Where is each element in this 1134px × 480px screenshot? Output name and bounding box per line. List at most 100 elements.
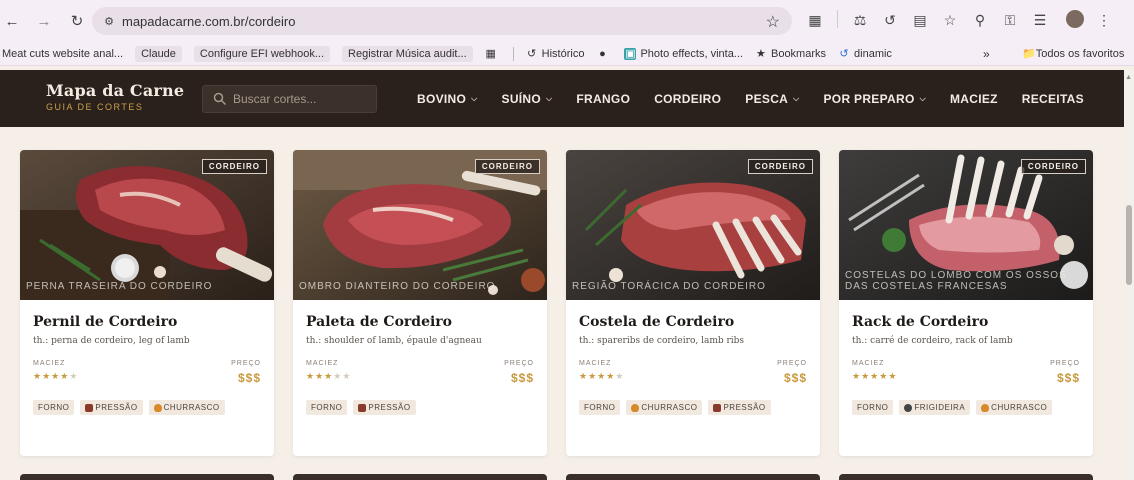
search-placeholder: Buscar cortes...: [233, 92, 317, 106]
url-text[interactable]: mapadacarne.com.br/cordeiro: [122, 14, 295, 29]
method-tag-label: FORNO: [311, 403, 343, 412]
bookmark-item[interactable]: Registrar Música audit...: [342, 45, 473, 62]
more-bookmarks-button[interactable]: »: [983, 47, 990, 61]
extension-icons: ▦ ⚖ ↺ ▤ ☆ ⚲ ⚿ ☰ ⋮: [805, 10, 1114, 30]
nav-label: CORDEIRO: [654, 92, 722, 106]
favorites-icon[interactable]: ☆: [940, 10, 960, 30]
method-tag[interactable]: FORNO: [852, 400, 894, 415]
all-favorites-button[interactable]: 📁 Todos os favoritos: [1022, 47, 1124, 61]
star-filled-icon: ★: [579, 371, 589, 381]
menu-icon[interactable]: ⋮: [1094, 10, 1114, 30]
method-tag[interactable]: FORNO: [579, 400, 621, 415]
photo-caption: OMBRO DIANTEIRO DO CORDEIRO: [299, 281, 496, 292]
method-tag[interactable]: CHURRASCO: [148, 400, 225, 415]
method-tag-label: PRESSÃO: [368, 403, 411, 412]
star-filled-icon: ★: [33, 371, 43, 381]
folder-icon: 📁: [1022, 48, 1036, 60]
extensions-icon[interactable]: ▦: [805, 10, 825, 30]
reload-icon[interactable]: ↻: [65, 9, 89, 33]
bookmark-item[interactable]: ↺ dinamic: [838, 48, 892, 60]
star-filled-icon: ★: [597, 371, 607, 381]
nav-item-cordeiro[interactable]: CORDEIRO: [654, 92, 721, 106]
price-label: PREÇO: [504, 360, 534, 367]
history-icon[interactable]: ↺: [880, 10, 900, 30]
reading-list-icon[interactable]: ▤: [910, 10, 930, 30]
photo-caption: REGIÃO TORÁCICA DO CORDEIRO: [572, 281, 766, 292]
cut-card-pernil[interactable]: CORDEIRO PERNA TRASEIRA DO CORDEIRO Pern…: [20, 150, 274, 456]
tenderness-label: MACIEZ: [852, 360, 885, 367]
star-filled-icon: ★: [42, 371, 52, 381]
bookmark-star-icon[interactable]: ☆: [766, 12, 780, 32]
method-tag-label: PRESSÃO: [723, 403, 766, 412]
star-filled-icon: ★: [324, 371, 334, 381]
bookmark-item[interactable]: ▣ Photo effects, vinta...: [624, 47, 743, 60]
nav-item-por-preparo[interactable]: POR PREPARO ⌵: [824, 92, 926, 106]
back-arrow-icon[interactable]: ←: [0, 9, 24, 33]
forward-arrow-icon[interactable]: →: [32, 9, 56, 33]
bookmarks-bar: Meat cuts website anal... Claude Configu…: [0, 42, 1134, 66]
nav-item-maciez[interactable]: MACIEZ: [950, 92, 998, 106]
bookmark-item[interactable]: Configure EFI webhook...: [193, 45, 331, 62]
category-badge: CORDEIRO: [1020, 159, 1086, 174]
cut-photo: CORDEIRO OMBRO DIANTEIRO DO CORDEIRO: [293, 150, 547, 300]
nav-item-receitas[interactable]: RECEITAS: [1022, 92, 1084, 106]
nav-label: FRANGO: [576, 92, 631, 106]
star-filled-icon: ★: [306, 371, 316, 381]
bookmark-label: Meat cuts website anal...: [2, 47, 124, 60]
star-filled-icon: ★: [606, 371, 616, 381]
nav-item-suino[interactable]: SUÍNO ⌵: [502, 92, 553, 106]
bookmark-item[interactable]: ↺ Histórico: [526, 48, 584, 60]
scrollbar-thumb[interactable]: [1126, 205, 1132, 285]
scroll-up-arrow-icon[interactable]: ▲: [1125, 74, 1132, 81]
bookmark-item[interactable]: Meat cuts website anal...: [2, 48, 123, 60]
bookmark-label: Bookmarks: [770, 47, 827, 60]
price-label: PREÇO: [777, 360, 807, 367]
translate-icon[interactable]: ⚖: [850, 10, 870, 30]
nav-item-frango[interactable]: FRANGO: [576, 92, 630, 106]
nav-label: PESCA: [745, 92, 789, 106]
bookmark-item[interactable]: ●: [596, 48, 612, 60]
price-label: PREÇO: [1050, 360, 1080, 367]
method-tag[interactable]: FORNO: [33, 400, 75, 415]
site-header: Mapa da Carne GUIA DE CORTES Buscar cort…: [0, 70, 1124, 127]
key-icon[interactable]: ⚿: [1000, 10, 1020, 30]
method-tags: FORNO PRESSÃO: [306, 400, 534, 415]
address-bar[interactable]: ⚙ mapadacarne.com.br/cordeiro ☆: [92, 7, 792, 35]
bookmark-item[interactable]: Claude: [135, 45, 182, 62]
nav-label: POR PREPARO: [823, 92, 915, 106]
star-filled-icon: ★: [861, 371, 871, 381]
tenderness-label: MACIEZ: [579, 360, 612, 367]
tenderness-rating: ★★★★★: [579, 371, 624, 382]
site-logo[interactable]: Mapa da Carne GUIA DE CORTES: [46, 81, 184, 112]
fire-icon: [153, 403, 162, 412]
nav-label: MACIEZ: [949, 92, 998, 106]
apps-grid-icon[interactable]: ▦: [485, 48, 501, 60]
star-filled-icon: ★: [870, 371, 880, 381]
search-input[interactable]: Buscar cortes...: [202, 85, 377, 113]
method-tag[interactable]: CHURRASCO: [976, 400, 1053, 415]
cut-card-paleta[interactable]: CORDEIRO OMBRO DIANTEIRO DO CORDEIRO Pal…: [293, 150, 547, 456]
nav-item-bovino[interactable]: BOVINO ⌵: [417, 92, 478, 106]
price-level: $$$: [237, 371, 261, 385]
cut-title: Costela de Cordeiro: [579, 314, 735, 330]
cut-card-rack[interactable]: CORDEIRO COSTELAS DO LOMBO COM OS OSSOS …: [839, 150, 1093, 456]
nav-item-pesca[interactable]: PESCA ⌵: [745, 92, 799, 106]
method-tag[interactable]: CHURRASCO: [626, 400, 703, 415]
method-tag[interactable]: FRIGIDEIRA: [899, 400, 971, 415]
site-info-icon[interactable]: ⚙: [100, 12, 118, 30]
bookmark-item[interactable]: ★ Bookmarks: [755, 48, 826, 60]
method-tag[interactable]: FORNO: [306, 400, 348, 415]
pot-icon: [85, 403, 94, 412]
profile-avatar[interactable]: [1066, 10, 1084, 28]
method-tag[interactable]: PRESSÃO: [80, 400, 143, 415]
location-icon[interactable]: ⚲: [970, 10, 990, 30]
star-empty-icon: ★: [342, 371, 352, 381]
method-tag[interactable]: PRESSÃO: [353, 400, 416, 415]
method-tag[interactable]: PRESSÃO: [708, 400, 771, 415]
chevron-down-icon: ⌵: [919, 94, 926, 103]
cut-card-costela[interactable]: CORDEIRO REGIÃO TORÁCICA DO CORDEIRO Cos…: [566, 150, 820, 456]
bookmark-label: Registrar Música audit...: [348, 47, 467, 60]
star-filled-icon: ★: [888, 371, 898, 381]
language-icon[interactable]: ☰: [1030, 10, 1050, 30]
toolbar-divider: [837, 10, 838, 28]
